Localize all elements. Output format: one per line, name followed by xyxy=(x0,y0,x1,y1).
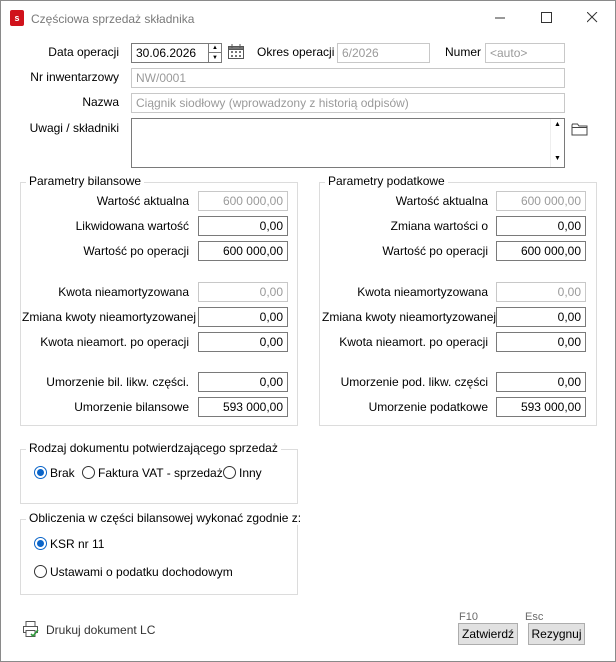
bil-value-field[interactable]: 600 000,00 xyxy=(198,241,288,261)
close-icon xyxy=(586,11,597,22)
pod-label: Wartość po operacji xyxy=(382,244,488,258)
close-button[interactable] xyxy=(569,1,615,33)
title-bar[interactable]: s Częściowa sprzedaż składnika xyxy=(1,1,615,33)
pod-value-field[interactable]: 593 000,00 xyxy=(496,397,586,417)
bil-value-field[interactable]: 0,00 xyxy=(198,372,288,392)
minimize-icon xyxy=(494,17,505,18)
calendar-icon[interactable] xyxy=(228,44,244,63)
app-logo-icon: s xyxy=(10,10,24,26)
radio-ksr[interactable] xyxy=(34,537,47,550)
pod-value-field[interactable]: 0,00 xyxy=(496,332,586,352)
rodzaj-dokumentu-title: Rodzaj dokumentu potwierdzającego sprzed… xyxy=(26,441,281,455)
bil-value-field: 600 000,00 xyxy=(198,191,288,211)
pod-value-field[interactable]: 0,00 xyxy=(496,372,586,392)
radio-faktura[interactable] xyxy=(82,466,95,479)
bil-label: Kwota nieamort. po operacji xyxy=(40,335,189,349)
data-operacji-field[interactable]: 30.06.2026 xyxy=(131,43,209,63)
uwagi-scrollbar[interactable]: ▲ ▼ xyxy=(550,119,564,167)
pod-label: Zmiana kwoty nieamortyzowanej xyxy=(322,310,497,324)
pod-label: Umorzenie podatkowe xyxy=(368,400,488,414)
numer-label: Numer xyxy=(445,45,482,59)
pod-value-field[interactable]: 0,00 xyxy=(496,307,586,327)
pod-label: Kwota nieamortyzowana xyxy=(357,285,488,299)
spin-up-icon[interactable]: ▲ xyxy=(209,44,221,53)
bil-value-field[interactable]: 593 000,00 xyxy=(198,397,288,417)
nr-inwentarzowy-label: Nr inwentarzowy xyxy=(30,70,119,84)
pod-value-field: 600 000,00 xyxy=(496,191,586,211)
pod-label: Wartość aktualna xyxy=(395,194,488,208)
maximize-button[interactable] xyxy=(523,1,569,33)
date-spinner[interactable]: ▲ ▼ xyxy=(208,43,222,63)
bil-value-field[interactable]: 0,00 xyxy=(198,307,288,327)
confirm-button[interactable]: Zatwierdź xyxy=(458,623,518,645)
numer-field[interactable]: <auto> xyxy=(485,43,565,63)
pod-value-field[interactable]: 600 000,00 xyxy=(496,241,586,261)
nazwa-label: Nazwa xyxy=(82,95,119,109)
bil-label: Zmiana kwoty nieamortyzowanej xyxy=(22,310,197,324)
bil-label: Umorzenie bil. likw. części. xyxy=(46,375,189,389)
cancel-shortcut-hint: Esc xyxy=(525,611,544,623)
pod-label: Zmiana wartości o xyxy=(390,219,488,233)
uwagi-textarea[interactable] xyxy=(131,118,565,168)
radio-ustawy[interactable] xyxy=(34,565,47,578)
obliczenia-group xyxy=(20,519,298,595)
scroll-down-icon[interactable]: ▼ xyxy=(551,153,564,165)
radio-inny-label[interactable]: Inny xyxy=(239,466,262,480)
pod-label: Umorzenie pod. likw. części xyxy=(340,375,488,389)
printer-icon xyxy=(23,621,39,638)
radio-inny[interactable] xyxy=(223,466,236,479)
spin-down-icon[interactable]: ▼ xyxy=(209,53,221,62)
radio-ksr-label[interactable]: KSR nr 11 xyxy=(50,537,104,551)
radio-faktura-label[interactable]: Faktura VAT - sprzedaż xyxy=(98,466,223,480)
nazwa-field: Ciągnik siodłowy (wprowadzony z historią… xyxy=(131,93,565,113)
parametry-bilansowe-title: Parametry bilansowe xyxy=(26,174,145,188)
minimize-button[interactable] xyxy=(477,1,523,33)
uwagi-label: Uwagi / składniki xyxy=(29,121,119,135)
okres-operacji-label: Okres operacji xyxy=(257,45,335,59)
bil-value-field[interactable]: 0,00 xyxy=(198,216,288,236)
okres-operacji-field: 6/2026 xyxy=(337,43,430,63)
bil-value-field[interactable]: 0,00 xyxy=(198,332,288,352)
bil-label: Wartość po operacji xyxy=(83,244,189,258)
data-operacji-label: Data operacji xyxy=(48,45,119,59)
pod-label: Kwota nieamort. po operacji xyxy=(339,335,488,349)
print-label[interactable]: Drukuj dokument LC xyxy=(46,623,155,637)
cancel-button[interactable]: Rezygnuj xyxy=(528,623,585,645)
dialog-window: s Częściowa sprzedaż składnika Data oper… xyxy=(0,0,616,662)
radio-ustawy-label[interactable]: Ustawami o podatku dochodowym xyxy=(50,565,233,579)
bil-label: Kwota nieamortyzowana xyxy=(58,285,189,299)
pod-value-field[interactable]: 0,00 xyxy=(496,216,586,236)
bil-value-field: 0,00 xyxy=(198,282,288,302)
pod-value-field: 0,00 xyxy=(496,282,586,302)
folder-icon[interactable] xyxy=(571,122,589,140)
window-title: Częściowa sprzedaż składnika xyxy=(31,12,195,26)
radio-brak-label[interactable]: Brak xyxy=(50,466,75,480)
radio-brak[interactable] xyxy=(34,466,47,479)
obliczenia-title: Obliczenia w części bilansowej wykonać z… xyxy=(26,511,305,525)
dialog-content: Data operacji 30.06.2026 ▲ ▼ Okres opera… xyxy=(2,33,614,661)
confirm-shortcut-hint: F10 xyxy=(459,611,478,623)
bil-label: Umorzenie bilansowe xyxy=(74,400,189,414)
maximize-icon xyxy=(540,11,552,23)
scroll-up-icon[interactable]: ▲ xyxy=(551,119,564,131)
parametry-podatkowe-title: Parametry podatkowe xyxy=(325,174,448,188)
nr-inwentarzowy-field: NW/0001 xyxy=(131,68,565,88)
bil-label: Likwidowana wartość xyxy=(75,219,189,233)
bil-label: Wartość aktualna xyxy=(96,194,189,208)
